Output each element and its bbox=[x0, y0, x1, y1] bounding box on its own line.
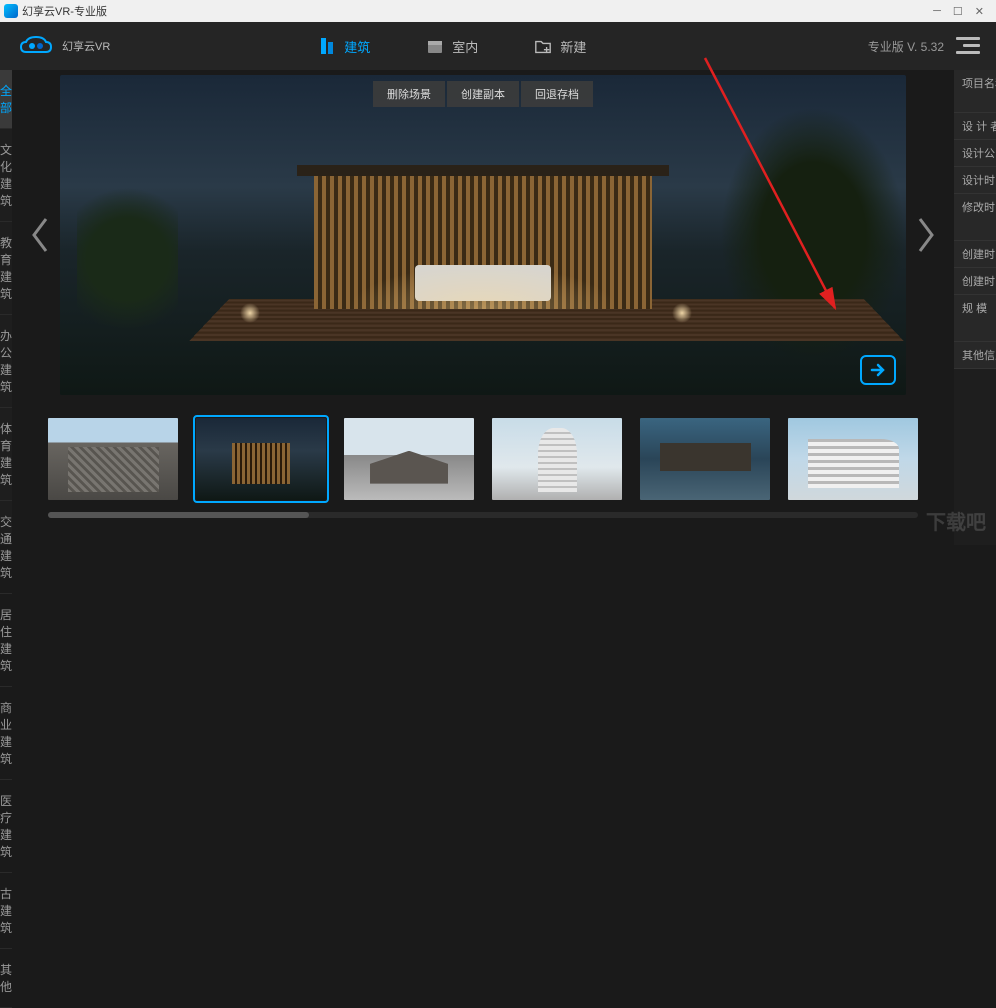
maximize-button[interactable]: ☐ bbox=[953, 5, 963, 18]
thumbnail-item[interactable] bbox=[492, 418, 622, 500]
minimize-button[interactable]: ─ bbox=[933, 5, 941, 18]
interior-icon bbox=[426, 36, 444, 56]
property-row: 设 计 者. bbox=[954, 113, 996, 140]
logo-text: 幻享云VR bbox=[62, 38, 110, 54]
nav-architecture[interactable]: 建筑 bbox=[290, 36, 398, 56]
main-area: 全部 文化建筑 教育建筑 办公建筑 体育建筑 交通建筑 居住建筑 商业建筑 医疗… bbox=[0, 70, 996, 545]
preview-image[interactable]: 删除场景 创建副本 回退存档 bbox=[60, 75, 906, 395]
preview-area: 删除场景 创建副本 回退存档 bbox=[20, 70, 946, 400]
chevron-right-icon bbox=[914, 215, 938, 255]
delete-scene-button[interactable]: 删除场景 bbox=[373, 81, 445, 107]
content-area: 删除场景 创建副本 回退存档 bbox=[12, 70, 954, 545]
sidebar-item-office[interactable]: 办公建筑 bbox=[0, 315, 12, 408]
new-folder-icon bbox=[534, 36, 552, 56]
property-row: 创建时间 bbox=[954, 268, 996, 295]
property-row: 修改时间2019-10-17 16:46:38 bbox=[954, 194, 996, 241]
sidebar-item-all[interactable]: 全部 bbox=[0, 70, 12, 129]
thumbnail-scrollbar[interactable] bbox=[48, 512, 918, 518]
chevron-left-icon bbox=[28, 215, 52, 255]
thumbnail-item[interactable] bbox=[344, 418, 474, 500]
thumbnail-item[interactable] bbox=[196, 418, 326, 500]
prev-arrow[interactable] bbox=[20, 215, 60, 255]
sidebar-item-culture[interactable]: 文化建筑 bbox=[0, 129, 12, 222]
top-navigation: 幻享云VR 建筑 室内 新建 专业版 V. 5.32 bbox=[0, 22, 996, 70]
property-row: 设计时间 bbox=[954, 167, 996, 194]
nav-new[interactable]: 新建 bbox=[506, 36, 614, 56]
sidebar-item-education[interactable]: 教育建筑 bbox=[0, 222, 12, 315]
scrollbar-thumb[interactable] bbox=[48, 512, 309, 518]
sidebar-item-transport[interactable]: 交通建筑 bbox=[0, 501, 12, 594]
thumbnail-item[interactable] bbox=[640, 418, 770, 500]
rollback-button[interactable]: 回退存档 bbox=[521, 81, 593, 107]
building-icon bbox=[318, 36, 336, 56]
create-copy-button[interactable]: 创建副本 bbox=[447, 81, 519, 107]
arrow-right-icon bbox=[868, 362, 888, 378]
category-sidebar: 全部 文化建筑 教育建筑 办公建筑 体育建筑 交通建筑 居住建筑 商业建筑 医疗… bbox=[0, 70, 12, 545]
sidebar-item-ancient[interactable]: 古建筑 bbox=[0, 873, 12, 949]
property-row: 项目名称屋顶花园 bbox=[954, 70, 996, 113]
window-controls: ─ ☐ ✕ bbox=[933, 5, 992, 18]
nav-label: 建筑 bbox=[344, 37, 370, 56]
property-row: 设计公司 bbox=[954, 140, 996, 167]
next-arrow[interactable] bbox=[906, 215, 946, 255]
sidebar-item-medical[interactable]: 医疗建筑 bbox=[0, 780, 12, 873]
app-icon bbox=[4, 4, 18, 18]
version-label: 专业版 V. 5.32 bbox=[868, 38, 944, 55]
thumbnail-item[interactable] bbox=[788, 418, 918, 500]
nav-label: 新建 bbox=[560, 37, 586, 56]
thumbnail-item[interactable] bbox=[48, 418, 178, 500]
window-titlebar: 幻享云VR-专业版 ─ ☐ ✕ bbox=[0, 0, 996, 22]
nav-interior[interactable]: 室内 bbox=[398, 36, 506, 56]
preview-toolbar: 删除场景 创建副本 回退存档 bbox=[373, 81, 593, 107]
cloud-logo-icon bbox=[16, 32, 56, 60]
property-row: 其他信息 bbox=[954, 342, 996, 369]
nav-items: 建筑 室内 新建 bbox=[290, 36, 614, 56]
window-title: 幻享云VR-专业版 bbox=[22, 3, 107, 19]
hamburger-menu-icon[interactable] bbox=[956, 37, 980, 55]
sidebar-item-residential[interactable]: 居住建筑 bbox=[0, 594, 12, 687]
thumbnail-strip bbox=[20, 400, 946, 508]
property-row: 创建时间 bbox=[954, 241, 996, 268]
nav-label: 室内 bbox=[452, 37, 478, 56]
property-row: 规 模2019-10-16 16:54:19 bbox=[954, 295, 996, 342]
sidebar-item-other[interactable]: 其他 bbox=[0, 949, 12, 1008]
logo: 幻享云VR bbox=[16, 32, 110, 60]
sidebar-item-sports[interactable]: 体育建筑 bbox=[0, 408, 12, 501]
close-button[interactable]: ✕ bbox=[975, 5, 984, 18]
scene-render bbox=[60, 75, 906, 395]
properties-panel: 项目名称屋顶花园 设 计 者. 设计公司 设计时间 修改时间2019-10-17… bbox=[954, 70, 996, 545]
sidebar-item-commercial[interactable]: 商业建筑 bbox=[0, 687, 12, 780]
enter-vr-button[interactable] bbox=[860, 355, 896, 385]
